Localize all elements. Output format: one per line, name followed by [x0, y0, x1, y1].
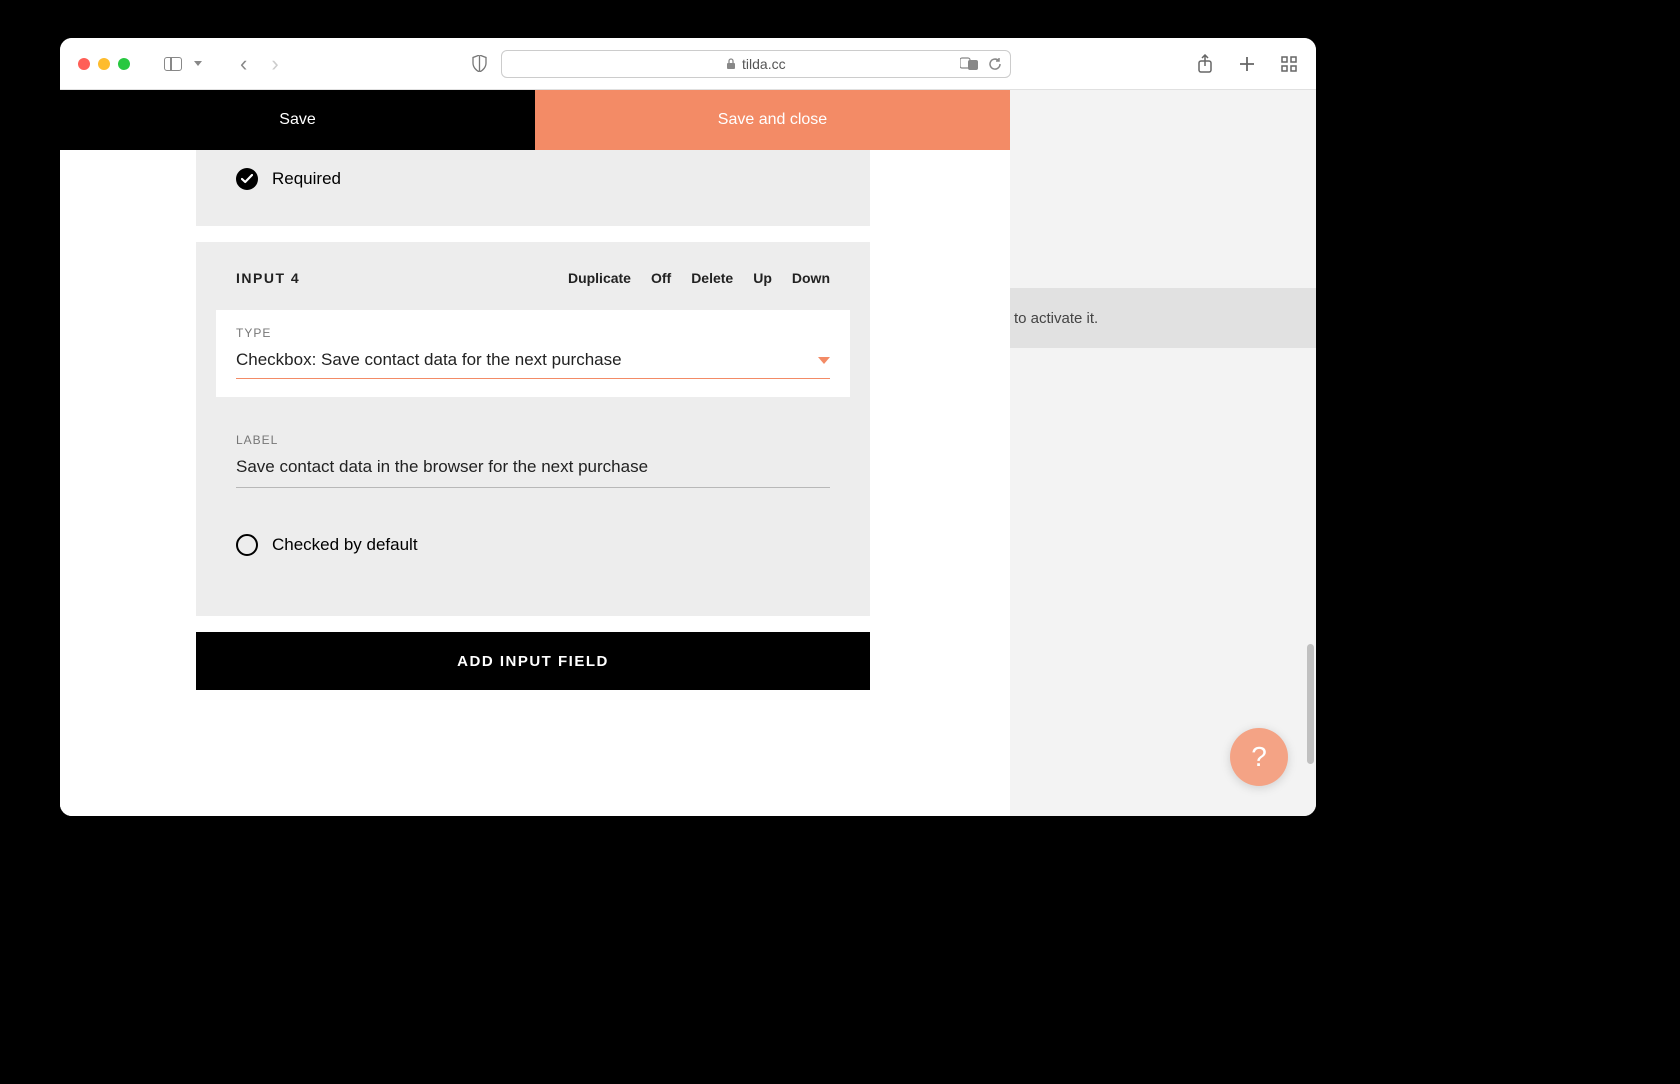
reload-icon[interactable]: [988, 57, 1002, 71]
activate-banner: to activate it.: [1010, 288, 1316, 348]
page-viewport: Save Save and close Required: [60, 90, 1316, 816]
input-card-4: INPUT 4 Duplicate Off Delete Up Down TYP…: [196, 242, 870, 616]
type-field-box: TYPE Checkbox: Save contact data for the…: [216, 310, 850, 397]
privacy-shield-icon[interactable]: [472, 55, 487, 72]
back-button[interactable]: ‹: [232, 51, 255, 77]
duplicate-action[interactable]: Duplicate: [568, 270, 631, 286]
type-select[interactable]: Checkbox: Save contact data for the next…: [236, 350, 830, 379]
question-mark-icon: ?: [1251, 741, 1267, 773]
label-input[interactable]: Save contact data in the browser for the…: [236, 457, 830, 488]
minimize-window-icon[interactable]: [98, 58, 110, 70]
action-bar: Save Save and close: [60, 90, 1010, 150]
window-traffic-lights: [78, 58, 130, 70]
input-card-header: INPUT 4 Duplicate Off Delete Up Down: [236, 270, 830, 286]
help-fab[interactable]: ?: [1230, 728, 1288, 786]
type-field-label: TYPE: [236, 326, 830, 340]
required-toggle-row[interactable]: Required: [236, 168, 830, 190]
address-section: tilda.cc: [295, 50, 1188, 78]
preview-pane: to activate it. ?: [1010, 90, 1316, 816]
editor-scroll-area[interactable]: Required INPUT 4 Duplicate Off Delete Up…: [60, 150, 1010, 816]
chrome-right-controls: [1196, 55, 1298, 73]
label-field-label: LABEL: [236, 433, 830, 447]
editor-pane: Save Save and close Required: [60, 90, 1010, 816]
save-button[interactable]: Save: [60, 90, 535, 150]
checked-default-label: Checked by default: [272, 535, 418, 555]
type-select-value: Checkbox: Save contact data for the next…: [236, 350, 622, 370]
forward-button: ›: [263, 51, 286, 77]
close-window-icon[interactable]: [78, 58, 90, 70]
move-down-action[interactable]: Down: [792, 270, 830, 286]
scrollbar-thumb[interactable]: [1307, 644, 1314, 764]
address-bar[interactable]: tilda.cc: [501, 50, 1011, 78]
checked-default-toggle[interactable]: Checked by default: [236, 534, 830, 556]
fullscreen-window-icon[interactable]: [118, 58, 130, 70]
delete-action[interactable]: Delete: [691, 270, 733, 286]
url-host: tilda.cc: [742, 56, 786, 72]
browser-chrome: ‹ › tilda.cc: [60, 38, 1316, 90]
share-icon[interactable]: [1196, 55, 1214, 73]
browser-window: ‹ › tilda.cc: [60, 38, 1316, 816]
off-action[interactable]: Off: [651, 270, 671, 286]
fields-column: Required INPUT 4 Duplicate Off Delete Up…: [196, 150, 870, 690]
lock-icon: [726, 58, 736, 70]
save-and-close-button[interactable]: Save and close: [535, 90, 1010, 150]
chevron-down-icon: [818, 357, 830, 364]
checkmark-icon: [236, 168, 258, 190]
move-up-action[interactable]: Up: [753, 270, 772, 286]
add-input-field-button[interactable]: ADD INPUT FIELD: [196, 632, 870, 690]
tab-groups-dropdown-icon[interactable]: [194, 61, 202, 66]
label-field-section: LABEL Save contact data in the browser f…: [236, 433, 830, 488]
activate-text-fragment: to activate it.: [1014, 310, 1098, 327]
checked-default-section: Checked by default: [236, 534, 830, 556]
new-tab-icon[interactable]: [1238, 55, 1256, 73]
input-card-title: INPUT 4: [236, 270, 300, 286]
sidebar-toggle-icon[interactable]: [164, 57, 182, 71]
circle-icon: [236, 534, 258, 556]
input-card-previous: Required: [196, 150, 870, 226]
reader-translate-icon[interactable]: [960, 57, 980, 71]
input-card-actions: Duplicate Off Delete Up Down: [568, 270, 830, 286]
required-label: Required: [272, 169, 341, 189]
tab-overview-icon[interactable]: [1280, 55, 1298, 73]
